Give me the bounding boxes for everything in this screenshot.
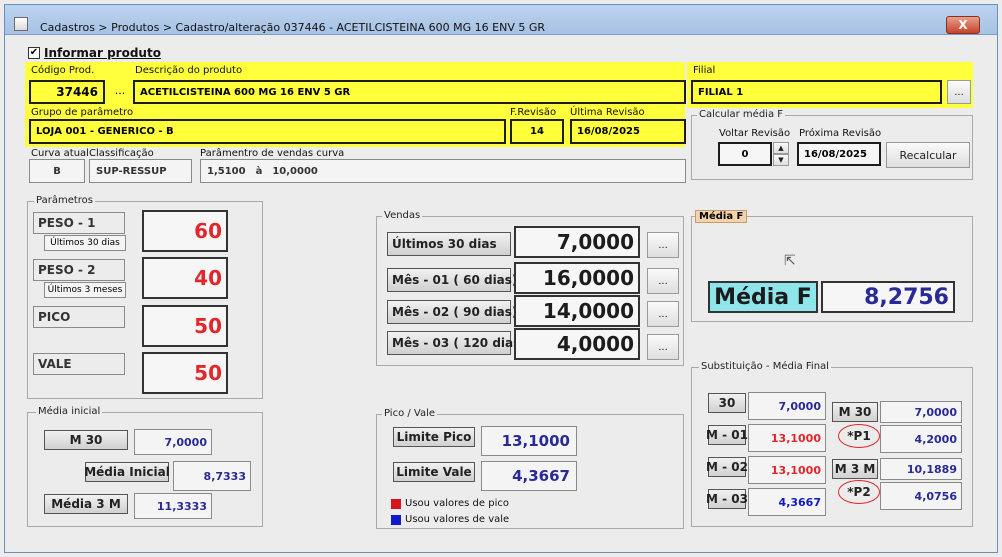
calcular-title: Calcular média F xyxy=(697,109,785,120)
filial-browse-button[interactable]: ... xyxy=(947,80,971,104)
sub-m03-value: 4,3667 xyxy=(748,488,826,516)
sub-m30-label: M 30 xyxy=(832,402,878,422)
voltar-revisao-label: Voltar Revisão xyxy=(719,128,791,139)
codigo-browse-button[interactable]: ... xyxy=(110,82,130,102)
media-inicial-title: Média inicial xyxy=(36,406,103,417)
curva-label: Curva atual xyxy=(31,148,89,159)
sub-30-value: 7,0000 xyxy=(748,392,826,420)
peso2-value[interactable]: 40 xyxy=(142,257,228,299)
limite-vale-label: Limite Vale xyxy=(393,462,475,482)
legend-pico-label: Usou valores de pico xyxy=(405,498,509,509)
peso1-sub: Últimos 30 dias xyxy=(44,235,126,251)
param-curva-field: 1,5100 à 10,0000 xyxy=(200,159,686,183)
vendas-m01-button[interactable]: ... xyxy=(647,268,679,294)
param-curva-to: 10,0000 xyxy=(272,165,318,177)
peso1-label: PESO - 1 xyxy=(33,212,125,234)
sub-m30-value: 7,0000 xyxy=(880,401,962,423)
window-title: Cadastros > Produtos > Cadastro/alteraçã… xyxy=(40,21,546,34)
sub-m01-value: 13,1000 xyxy=(748,424,826,452)
recalcular-button[interactable]: Recalcular xyxy=(886,142,970,168)
sub-30-label: 30 xyxy=(708,393,746,413)
vendas-m03-value: 4,0000 xyxy=(514,328,640,360)
cursor-icon: ⇱ xyxy=(784,253,796,269)
vendas-m03-label: Mês - 03 ( 120 dias) xyxy=(387,331,526,355)
pico-value[interactable]: 50 xyxy=(142,305,228,347)
filial-field[interactable]: FILIAL 1 xyxy=(691,80,942,104)
curva-field: B xyxy=(29,159,85,183)
grupo-label: Grupo de parâmetro xyxy=(31,107,134,118)
classificacao-field: SUP-RESSUP xyxy=(89,159,192,183)
vale-label: VALE xyxy=(33,353,125,375)
sub-m3m-value: 10,1889 xyxy=(880,458,962,480)
sub-p2-value: 4,0756 xyxy=(880,482,962,510)
sub-p1-value: 4,2000 xyxy=(880,425,962,453)
close-button[interactable]: X xyxy=(946,16,980,34)
m3m-label: Média 3 M xyxy=(44,494,128,514)
sub-m02-label: M - 02 xyxy=(706,457,748,477)
pico-label: PICO xyxy=(33,306,125,328)
informar-produto-checkbox[interactable]: ✔ xyxy=(28,47,40,59)
sub-p2-label: *P2 xyxy=(838,480,880,504)
sub-p1-label: *P1 xyxy=(838,424,880,448)
descricao-field[interactable]: ACETILCISTEINA 600 MG 16 ENV 5 GR xyxy=(133,80,686,104)
vendas-m02-label: Mês - 02 ( 90 dias) xyxy=(387,300,517,324)
proxima-revisao-field[interactable]: 16/08/2025 xyxy=(797,142,881,166)
limite-pico-value: 13,1000 xyxy=(481,426,577,456)
proxima-revisao-label: Próxima Revisão xyxy=(799,128,882,139)
vendas-m01-value: 16,0000 xyxy=(514,262,640,294)
filial-label: Filial xyxy=(693,65,716,76)
vendas-30-button[interactable]: ... xyxy=(647,232,679,258)
sub-m03-label: M - 03 xyxy=(706,489,748,509)
media-f-value: 8,2756 xyxy=(821,281,955,313)
classificacao-label: Classificação xyxy=(89,148,154,159)
limite-vale-value: 4,3667 xyxy=(481,461,577,491)
legend-pico-swatch xyxy=(391,499,401,509)
grupo-field[interactable]: LOJA 001 - GENERICO - B xyxy=(29,119,506,144)
peso2-label: PESO - 2 xyxy=(33,259,125,281)
window-icon xyxy=(14,17,28,31)
frevisao-field[interactable]: 14 xyxy=(510,119,564,144)
substituicao-title: Substituição - Média Final xyxy=(699,361,831,372)
peso2-sub: Últimos 3 meses xyxy=(44,282,126,298)
parametros-title: Parâmetros xyxy=(34,195,95,206)
sub-m3m-label: M 3 M xyxy=(832,459,878,479)
voltar-down-button[interactable]: ▼ xyxy=(773,154,789,166)
limite-pico-label: Limite Pico xyxy=(393,427,475,447)
ultima-revisao-label: Última Revisão xyxy=(570,107,645,118)
codigo-field[interactable]: 37446 xyxy=(29,80,105,104)
m3m-value: 11,3333 xyxy=(134,493,212,519)
peso1-value[interactable]: 60 xyxy=(142,210,228,252)
vendas-m01-label: Mês - 01 ( 60 dias) xyxy=(387,268,517,292)
voltar-up-button[interactable]: ▲ xyxy=(773,142,789,154)
m30-value: 7,0000 xyxy=(134,429,212,455)
vendas-30-value: 7,0000 xyxy=(514,226,640,258)
m30-label: M 30 xyxy=(44,430,128,450)
media-inicial-value: 8,7333 xyxy=(173,461,251,491)
media-f-label: Média F xyxy=(708,281,818,313)
pico-vale-title: Pico / Vale xyxy=(382,408,438,419)
vendas-m03-button[interactable]: ... xyxy=(647,334,679,360)
informar-produto-label: Informar produto xyxy=(44,46,161,60)
frevisao-label: F.Revisão xyxy=(510,107,557,118)
vale-value[interactable]: 50 xyxy=(142,352,228,394)
media-inicial-label: Média Inicial xyxy=(84,462,170,482)
legend-vale-swatch xyxy=(391,515,401,525)
media-f-title: Média F xyxy=(695,210,748,223)
sub-m01-label: M - 01 xyxy=(706,425,748,445)
vendas-m02-value: 14,0000 xyxy=(514,295,640,327)
legend-vale-label: Usou valores de vale xyxy=(405,514,510,525)
codigo-label: Código Prod. xyxy=(31,65,95,76)
voltar-revisao-field[interactable]: 0 xyxy=(718,142,772,166)
ultima-revisao-field[interactable]: 16/08/2025 xyxy=(570,119,686,144)
param-curva-label: Parâmentro de vendas curva xyxy=(200,148,345,159)
sub-m02-value: 13,1000 xyxy=(748,456,826,484)
vendas-title: Vendas xyxy=(382,210,423,221)
vendas-m02-button[interactable]: ... xyxy=(647,301,679,327)
vendas-30-label: Últimos 30 dias xyxy=(387,232,511,256)
param-curva-sep: à xyxy=(255,165,263,177)
param-curva-from: 1,5100 xyxy=(207,165,246,177)
descricao-label: Descrição do produto xyxy=(135,65,243,76)
